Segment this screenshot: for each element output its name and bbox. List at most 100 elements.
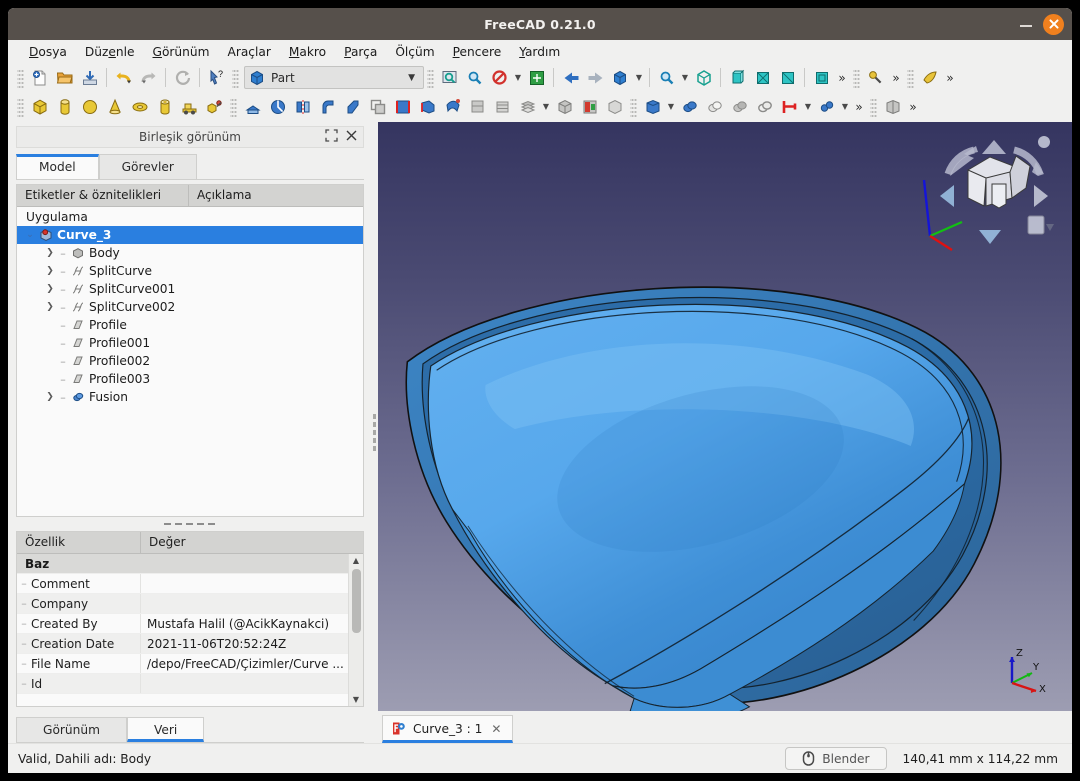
navigation-style-button[interactable]: Blender [785,747,887,770]
stacked-sections-icon[interactable] [515,95,540,119]
zoom-icon[interactable] [654,66,679,90]
tree-column-labels[interactable]: Etiketler & öznitelikleri [17,185,189,206]
menu-olcum[interactable]: Ölçüm [386,43,443,61]
tree-item-curve3[interactable]: ⌄ Curve_3 [17,226,363,244]
macro-icon[interactable] [917,66,942,90]
close-icon[interactable] [345,129,358,145]
axonometric-icon[interactable] [691,66,716,90]
menu-parca[interactable]: Parça [335,43,386,61]
expander-down-icon[interactable]: ⌄ [23,230,37,240]
tree-root-application[interactable]: Uygulama [17,208,363,226]
section-icon[interactable] [465,95,490,119]
toolbar-grip[interactable] [230,97,237,117]
import-icon[interactable] [577,95,602,119]
workbench-selector[interactable]: Part ▼ [244,66,424,89]
scrollbar-thumb[interactable] [351,569,361,633]
close-icon[interactable]: ✕ [489,722,503,736]
chevron-down-icon[interactable]: ▼ [802,95,814,119]
toggle-axis-cross-icon[interactable] [524,66,549,90]
torus-primitive-icon[interactable] [127,95,152,119]
front-view-icon[interactable] [725,66,750,90]
table-row[interactable]: – Comment [17,574,348,594]
menu-pencere[interactable]: Pencere [444,43,511,61]
top-view-icon[interactable] [750,66,775,90]
property-column-value[interactable]: Değer [141,532,363,553]
chevron-down-icon[interactable]: ▼ [665,95,677,119]
menu-gorunum[interactable]: Görünüm [144,43,219,61]
whats-this-icon[interactable]: ? [204,66,229,90]
tab-veri[interactable]: Veri [126,717,205,742]
property-value[interactable]: Mustafa Halil (@AcikKaynakci) [141,617,348,631]
open-document-icon[interactable] [52,66,77,90]
expander-right-icon[interactable]: ❯ [43,284,57,294]
shape-builder-icon[interactable] [177,95,202,119]
tree-item-splitcurve[interactable]: ❯ – SplitCurve [17,262,363,280]
boolean-xor-icon[interactable] [752,95,777,119]
chevron-down-icon[interactable]: ▼ [633,66,645,90]
table-row[interactable]: – Id [17,674,348,694]
expander-right-icon[interactable]: ❯ [43,266,57,276]
toolbar-grip[interactable] [853,67,860,88]
forward-icon[interactable] [583,66,608,90]
boolean-common-icon[interactable] [727,95,752,119]
expander-right-icon[interactable]: ❯ [43,392,57,402]
extrude-icon[interactable] [240,95,265,119]
draw-style-icon[interactable] [487,66,512,90]
toolbar-overflow-icon[interactable]: » [942,71,958,85]
chevron-down-icon[interactable]: ▼ [679,66,691,90]
toolbar-grip[interactable] [232,67,239,88]
new-document-icon[interactable] [27,66,52,90]
cross-sections-icon[interactable] [490,95,515,119]
sweep-icon[interactable] [440,95,465,119]
tree-item-splitcurve002[interactable]: ❯ – SplitCurve002 [17,298,363,316]
toolbar-grip[interactable] [427,67,434,88]
table-row[interactable]: – Company [17,594,348,614]
menu-duzenle[interactable]: Düzenle [76,43,144,61]
3d-viewport[interactable]: Z Y X [378,122,1072,711]
tree-item-profile001[interactable]: – Profile001 [17,334,363,352]
redo-icon[interactable] [136,66,161,90]
tree-body[interactable]: Uygulama ⌄ Curve_3 ❯ – Body ❯ – SplitCur… [17,207,363,516]
isometric-view-icon[interactable] [608,66,633,90]
undo-icon[interactable] [111,66,136,90]
tree-item-profile002[interactable]: – Profile002 [17,352,363,370]
tree-item-profile[interactable]: – Profile [17,316,363,334]
property-group-baz[interactable]: Baz [17,554,348,574]
menu-dosya[interactable]: Dosya [20,43,76,61]
toolbar-grip[interactable] [17,97,24,117]
cylinder-primitive-icon[interactable] [52,95,77,119]
box-primitive-icon[interactable] [27,95,52,119]
measure-icon[interactable] [863,66,888,90]
compound-icon[interactable] [552,95,577,119]
undock-icon[interactable] [325,129,338,145]
minimize-icon[interactable] [1019,17,1033,31]
property-rows[interactable]: Baz – Comment – Company – Created By Mustaf… [17,554,348,706]
offset-2d-icon[interactable] [365,95,390,119]
rear-view-icon[interactable] [809,66,834,90]
sphere-primitive-icon[interactable] [77,95,102,119]
shape-info-icon[interactable] [602,95,627,119]
revolve-icon[interactable] [265,95,290,119]
toolbar-overflow-icon[interactable]: » [888,71,904,85]
toolbar-overflow-icon[interactable]: » [905,100,921,114]
tab-tasks[interactable]: Görevler [98,154,197,179]
ruled-surface-icon[interactable] [390,95,415,119]
right-view-icon[interactable] [775,66,800,90]
fit-all-icon[interactable] [437,66,462,90]
chevron-down-icon[interactable]: ▼ [839,95,851,119]
fillet-icon[interactable] [315,95,340,119]
tab-model[interactable]: Model [16,154,99,179]
join-connect-icon[interactable] [777,95,802,119]
toolbar-overflow-icon[interactable]: » [834,71,850,85]
scroll-down-icon[interactable]: ▼ [353,693,359,706]
tree-item-splitcurve001[interactable]: ❯ – SplitCurve001 [17,280,363,298]
fit-selection-icon[interactable] [462,66,487,90]
toolbar-grip[interactable] [907,67,914,88]
view-section-icon[interactable] [880,95,905,119]
toolbar-overflow-icon[interactable]: » [851,100,867,114]
table-row[interactable]: – Creation Date 2021-11-06T20:52:24Z [17,634,348,654]
property-column-name[interactable]: Özellik [17,532,141,553]
menu-araclar[interactable]: Araçlar [218,43,279,61]
tree-item-profile003[interactable]: – Profile003 [17,370,363,388]
property-value[interactable]: 2021-11-06T20:52:24Z [141,637,348,651]
